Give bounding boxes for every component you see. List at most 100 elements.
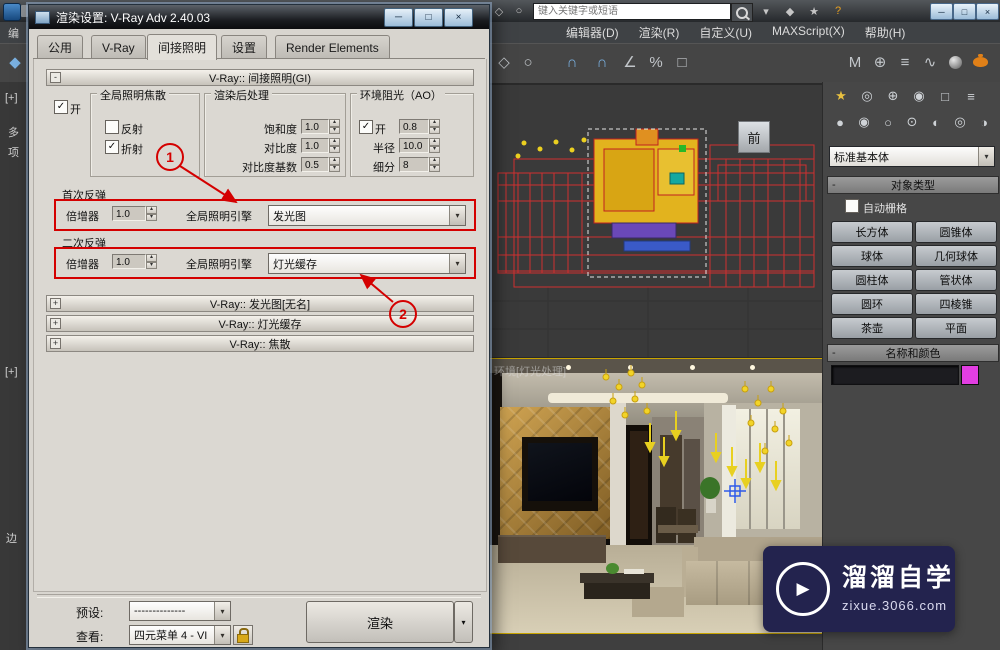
spin-down-icon[interactable]: ▾ [429, 165, 440, 173]
dialog-titlebar[interactable]: 渲染设置: V-Ray Adv 2.40.03 ─ □ × [29, 5, 489, 29]
spin-down-icon[interactable]: ▾ [429, 127, 440, 135]
spin-down-icon[interactable]: ▾ [329, 165, 340, 173]
angle-snap-icon[interactable]: ∠ [618, 50, 642, 74]
subtab-cameras-icon[interactable]: ⊙ [900, 112, 924, 132]
view-lock-button[interactable] [233, 625, 253, 645]
dialog-close-button[interactable]: × [444, 8, 473, 27]
gi-on-checkbox[interactable]: ✓ [54, 100, 68, 114]
primary-engine-dropdown[interactable]: 发光图 ▾ [268, 205, 466, 226]
tab-modify-icon[interactable]: ◎ [855, 86, 879, 106]
select-object-icon[interactable]: ◆ [3, 50, 27, 74]
button-sphere[interactable]: 球体 [831, 245, 913, 267]
button-torus[interactable]: 圆环 [831, 293, 913, 315]
object-color-swatch[interactable] [961, 365, 979, 385]
primitive-category-dropdown[interactable]: 标准基本体 ▾ [829, 146, 995, 167]
percent-snap-icon[interactable]: % [644, 50, 668, 74]
object-type-rollout[interactable]: - 对象类型 [827, 176, 999, 194]
left-viewport-plus-label[interactable]: [+] [5, 92, 18, 104]
chevron-down-icon[interactable]: ▾ [449, 206, 465, 225]
tab-common[interactable]: 公用 [37, 35, 83, 59]
dialog-maximize-button[interactable]: □ [414, 8, 443, 27]
render-production-icon[interactable] [968, 50, 992, 74]
secondary-multiplier-field[interactable]: 1.0 [112, 254, 146, 269]
quick-access-icon[interactable] [21, 5, 28, 17]
tab-vray[interactable]: V-Ray [91, 35, 146, 59]
render-flyout-button[interactable]: ▾ [454, 601, 473, 643]
window-close-button[interactable]: × [976, 3, 999, 20]
chevron-down-icon[interactable]: ▾ [214, 602, 230, 620]
contrast-field[interactable]: 1.0 [301, 138, 329, 153]
spin-up-icon[interactable]: ▴ [146, 206, 157, 214]
caustics-rollout[interactable]: + V-Ray:: 焦散 [46, 335, 474, 352]
chevron-down-icon[interactable]: ▾ [214, 626, 230, 644]
select-circle-icon[interactable]: ○ [516, 50, 540, 74]
snap-toggle-icon[interactable]: ∩ [560, 50, 584, 74]
search-input[interactable] [533, 3, 731, 20]
viewport-front[interactable]: 前 [487, 84, 823, 358]
menu-edit-fragment[interactable]: 编 [8, 25, 19, 41]
contrast-spinner[interactable]: ▴▾ [329, 138, 340, 153]
help-icon[interactable]: ? [829, 3, 847, 19]
button-geosphere[interactable]: 几何球体 [915, 245, 997, 267]
chevron-down-icon[interactable]: ▾ [978, 147, 994, 166]
align-icon[interactable]: ⊕ [868, 50, 892, 74]
viewcube-front[interactable]: 前 [738, 121, 770, 153]
subtab-lights-icon[interactable]: ○ [876, 112, 900, 132]
contrast-base-spinner[interactable]: ▴▾ [329, 157, 340, 172]
search-button[interactable] [731, 3, 753, 22]
tab-hierarchy-icon[interactable]: ⊕ [881, 86, 905, 106]
contrast-base-field[interactable]: 0.5 [301, 157, 329, 172]
view-dropdown[interactable]: 四元菜单 4 - VI ▾ [129, 625, 231, 645]
autogrid-checkbox[interactable] [845, 199, 859, 213]
spin-down-icon[interactable]: ▾ [146, 214, 157, 222]
spin-up-icon[interactable]: ▴ [146, 254, 157, 262]
favorites-icon[interactable]: ★ [805, 3, 823, 19]
ao-amount-spinner[interactable]: ▴▾ [429, 119, 440, 134]
primary-multiplier-spinner[interactable]: ▴▾ [146, 206, 157, 221]
render-button[interactable]: 渲染 [306, 601, 454, 643]
spin-up-icon[interactable]: ▴ [429, 157, 440, 165]
button-cylinder[interactable]: 圆柱体 [831, 269, 913, 291]
object-name-field[interactable] [831, 365, 959, 385]
menu-help[interactable]: 帮助(H) [865, 24, 906, 41]
spin-up-icon[interactable]: ▴ [329, 157, 340, 165]
window-minimize-button[interactable]: ─ [930, 3, 953, 20]
ao-radius-field[interactable]: 10.0 [399, 138, 429, 153]
dialog-minimize-button[interactable]: ─ [384, 8, 413, 27]
mirror-icon[interactable]: M [843, 50, 867, 74]
select-region-icon[interactable]: ◇ [492, 50, 516, 74]
window-maximize-button[interactable]: □ [953, 3, 976, 20]
tab-indirect-illumination[interactable]: 间接照明 [147, 34, 217, 60]
spin-up-icon[interactable]: ▴ [329, 119, 340, 127]
spin-down-icon[interactable]: ▾ [429, 146, 440, 154]
reflection-checkbox[interactable] [105, 120, 119, 134]
communication-center-icon[interactable]: ◆ [781, 3, 799, 19]
menu-customize[interactable]: 自定义(U) [699, 24, 752, 41]
ao-subdivs-field[interactable]: 8 [399, 157, 429, 172]
tab-settings[interactable]: 设置 [221, 35, 267, 59]
menu-editors[interactable]: 编辑器(D) [566, 24, 619, 41]
viewport-label[interactable]: 环境[灯光处理] [494, 363, 566, 379]
ao-amount-field[interactable]: 0.8 [399, 119, 429, 134]
secondary-multiplier-spinner[interactable]: ▴▾ [146, 254, 157, 269]
button-teapot[interactable]: 茶壶 [831, 317, 913, 339]
button-pyramid[interactable]: 四棱锥 [915, 293, 997, 315]
name-color-rollout[interactable]: - 名称和颜色 [827, 344, 999, 362]
button-box[interactable]: 长方体 [831, 221, 913, 243]
spin-down-icon[interactable]: ▾ [329, 127, 340, 135]
ao-subdivs-spinner[interactable]: ▴▾ [429, 157, 440, 172]
search-options-icon[interactable]: ▾ [757, 3, 775, 19]
chevron-down-icon[interactable]: ▾ [449, 254, 465, 273]
spin-up-icon[interactable]: ▴ [329, 138, 340, 146]
button-tube[interactable]: 管状体 [915, 269, 997, 291]
ao-radius-spinner[interactable]: ▴▾ [429, 138, 440, 153]
preset-dropdown[interactable]: -------------- ▾ [129, 601, 231, 621]
menu-maxscript[interactable]: MAXScript(X) [772, 24, 845, 41]
subtab-shapes-icon[interactable]: ◉ [852, 112, 876, 132]
refraction-checkbox[interactable]: ✓ [105, 140, 119, 154]
tab-utilities-icon[interactable]: ≡ [959, 86, 983, 106]
secondary-engine-dropdown[interactable]: 灯光缓存 ▾ [268, 253, 466, 274]
app-icon[interactable] [3, 3, 21, 21]
spin-up-icon[interactable]: ▴ [429, 138, 440, 146]
ao-on-checkbox[interactable]: ✓ [359, 120, 373, 134]
